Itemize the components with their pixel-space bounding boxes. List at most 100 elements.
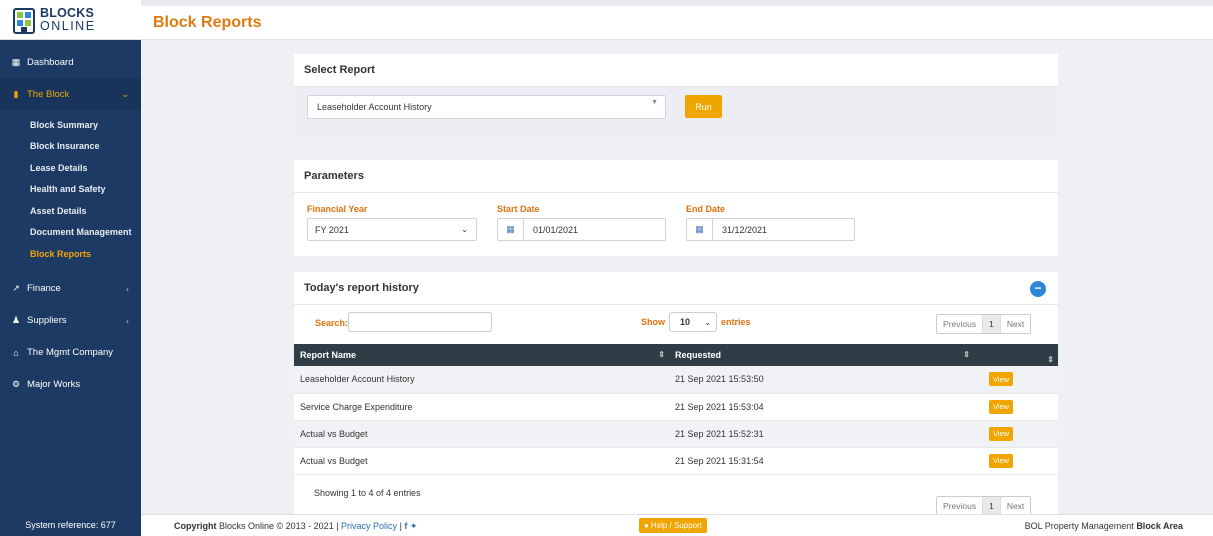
- show-entries: Show 10 ⌄ entries: [641, 312, 751, 332]
- sidebar-item-label: The Block: [27, 88, 70, 100]
- entries-select-value: 10: [680, 317, 691, 327]
- report-select[interactable]: Leaseholder Account History ▼: [307, 95, 666, 119]
- copyright-bold: Copyright: [174, 521, 217, 531]
- logo-text-line1: BLOCKS: [40, 6, 94, 20]
- table-row: Actual vs Budget 21 Sep 2021 15:31:54 Vi…: [294, 447, 1058, 474]
- requested-cell: 21 Sep 2021 15:53:04: [675, 401, 764, 412]
- column-header-requested[interactable]: Requested ⇕: [669, 344, 974, 366]
- entries-label: entries: [721, 317, 751, 327]
- system-reference: System reference: 677: [25, 520, 116, 530]
- chart-icon: ↗: [12, 283, 20, 293]
- end-date-label: End Date: [686, 204, 726, 214]
- dashboard-icon: ▦: [11, 56, 21, 67]
- chevron-left-icon: ‹: [126, 315, 129, 326]
- sidebar-item-dashboard[interactable]: ▦ Dashboard: [0, 46, 141, 78]
- sidebar-item-suppliers[interactable]: ♟ Suppliers ‹: [0, 305, 141, 337]
- sidebar-subitem-block-insurance[interactable]: Block Insurance: [0, 136, 141, 158]
- financial-year-select[interactable]: FY 2021 ⌄: [307, 218, 477, 241]
- logo-building-icon: [12, 6, 36, 34]
- logo-text-line2: ONLINE: [40, 18, 96, 33]
- help-icon: ●: [644, 521, 649, 530]
- page-title: Block Reports: [153, 14, 262, 31]
- footer-right-text: BOL Property Management Block Area: [1025, 521, 1183, 531]
- view-button[interactable]: View: [989, 399, 1013, 414]
- chevron-left-icon: ‹: [126, 283, 129, 294]
- bank-icon: ⌂: [13, 347, 19, 358]
- view-button[interactable]: View: [989, 372, 1013, 387]
- report-name-cell: Leaseholder Account History: [300, 374, 415, 385]
- panel-title: Parameters: [294, 160, 1058, 193]
- footer-area: Block Area: [1136, 521, 1183, 531]
- select-report-panel: Select Report Leaseholder Account Histor…: [294, 54, 1058, 141]
- next-button[interactable]: Next: [1001, 315, 1030, 333]
- collapse-icon[interactable]: −: [1030, 281, 1046, 297]
- sidebar-item-the-block[interactable]: ▮ The Block ⌄: [0, 78, 141, 110]
- building-icon: ▮: [13, 88, 19, 99]
- column-header-action[interactable]: ⇕: [974, 344, 1058, 366]
- view-button[interactable]: View: [989, 426, 1013, 441]
- sidebar-subitem-asset-details[interactable]: Asset Details: [0, 200, 141, 222]
- report-name-cell: Service Charge Expenditure: [300, 401, 413, 412]
- pagination-top: Previous 1 Next: [936, 314, 1032, 334]
- report-select-value: Leaseholder Account History: [317, 102, 432, 112]
- sidebar-item-label: Finance: [27, 283, 61, 294]
- cogs-icon: ⚙: [11, 379, 21, 389]
- facebook-icon[interactable]: f: [404, 521, 407, 531]
- sidebar-item-finance[interactable]: ↗ Finance ‹: [0, 273, 141, 305]
- logo[interactable]: BLOCKS ONLINE: [0, 0, 141, 40]
- panel-title: Select Report: [294, 54, 1058, 87]
- help-support-button[interactable]: ● Help / Support: [639, 518, 707, 533]
- view-button[interactable]: View: [989, 453, 1013, 468]
- previous-button[interactable]: Previous: [937, 497, 984, 515]
- report-name-cell: Actual vs Budget: [300, 428, 368, 439]
- sidebar-item-label: Dashboard: [27, 56, 74, 68]
- privacy-policy-link[interactable]: Privacy Policy: [341, 521, 397, 531]
- requested-cell: 21 Sep 2021 15:31:54: [675, 455, 764, 466]
- table-header-row: Report Name ⇕ Requested ⇕ ⇕: [294, 344, 1058, 366]
- sort-icon: ⇕: [963, 350, 970, 359]
- sidebar-nav: ▦ Dashboard ▮ The Block ⌄ Block Summary …: [0, 40, 141, 401]
- copyright: Copyright Blocks Online © 2013 - 2021 | …: [174, 521, 417, 532]
- sidebar-item-mgmt-company[interactable]: ⌂ The Mgmt Company: [0, 337, 141, 369]
- sidebar-subitem-block-summary[interactable]: Block Summary: [0, 114, 141, 136]
- sidebar-subitem-health-and-safety[interactable]: Health and Safety: [0, 179, 141, 201]
- page-1-button[interactable]: 1: [983, 315, 1001, 333]
- users-icon: ♟: [11, 315, 21, 325]
- header: Block Reports: [141, 0, 1213, 40]
- sidebar: BLOCKS ONLINE ▦ Dashboard ▮ The Block ⌄ …: [0, 0, 141, 536]
- calendar-icon: ▦: [687, 219, 713, 240]
- table-row: Actual vs Budget 21 Sep 2021 15:52:31 Vi…: [294, 420, 1058, 447]
- sidebar-item-label: The Mgmt Company: [27, 347, 114, 358]
- financial-year-value: FY 2021: [315, 224, 349, 235]
- sidebar-subitem-lease-details[interactable]: Lease Details: [0, 157, 141, 179]
- financial-year-label: Financial Year: [307, 204, 368, 214]
- requested-cell: 21 Sep 2021 15:53:50: [675, 374, 764, 385]
- page-1-button[interactable]: 1: [983, 497, 1001, 515]
- end-date-value: 31/12/2021: [722, 224, 768, 235]
- help-label: Help / Support: [650, 521, 702, 530]
- previous-button[interactable]: Previous: [937, 315, 984, 333]
- start-date-label: Start Date: [497, 204, 540, 214]
- twitter-icon[interactable]: ✦: [410, 521, 418, 531]
- chevron-down-icon: ⌄: [121, 88, 129, 99]
- sidebar-subitem-block-reports[interactable]: Block Reports: [0, 243, 141, 265]
- column-header-report-name[interactable]: Report Name ⇕: [294, 344, 669, 366]
- sidebar-subitem-document-management[interactable]: Document Management: [0, 222, 141, 244]
- showing-entries-text: Showing 1 to 4 of 4 entries: [314, 488, 421, 498]
- chevron-down-icon: ⌄: [704, 317, 711, 327]
- start-date-field[interactable]: ▦ 01/01/2021: [497, 218, 666, 241]
- table-row: Leaseholder Account History 21 Sep 2021 …: [294, 366, 1058, 393]
- search-label: Search:: [315, 318, 349, 328]
- requested-cell: 21 Sep 2021 15:52:31: [675, 428, 764, 439]
- entries-select[interactable]: 10 ⌄: [669, 312, 717, 332]
- next-button[interactable]: Next: [1001, 497, 1030, 515]
- report-history-table: Report Name ⇕ Requested ⇕ ⇕ Leaseholder Ac…: [294, 344, 1058, 475]
- run-button[interactable]: Run: [685, 95, 722, 118]
- report-name-cell: Actual vs Budget: [300, 455, 368, 466]
- sidebar-item-major-works[interactable]: ⚙ Major Works: [0, 369, 141, 401]
- chevron-down-icon: ⌄: [461, 225, 468, 234]
- end-date-field[interactable]: ▦ 31/12/2021: [686, 218, 855, 241]
- footer: Copyright Blocks Online © 2013 - 2021 | …: [141, 514, 1213, 536]
- search-input[interactable]: [348, 312, 492, 332]
- calendar-icon: ▦: [498, 219, 524, 240]
